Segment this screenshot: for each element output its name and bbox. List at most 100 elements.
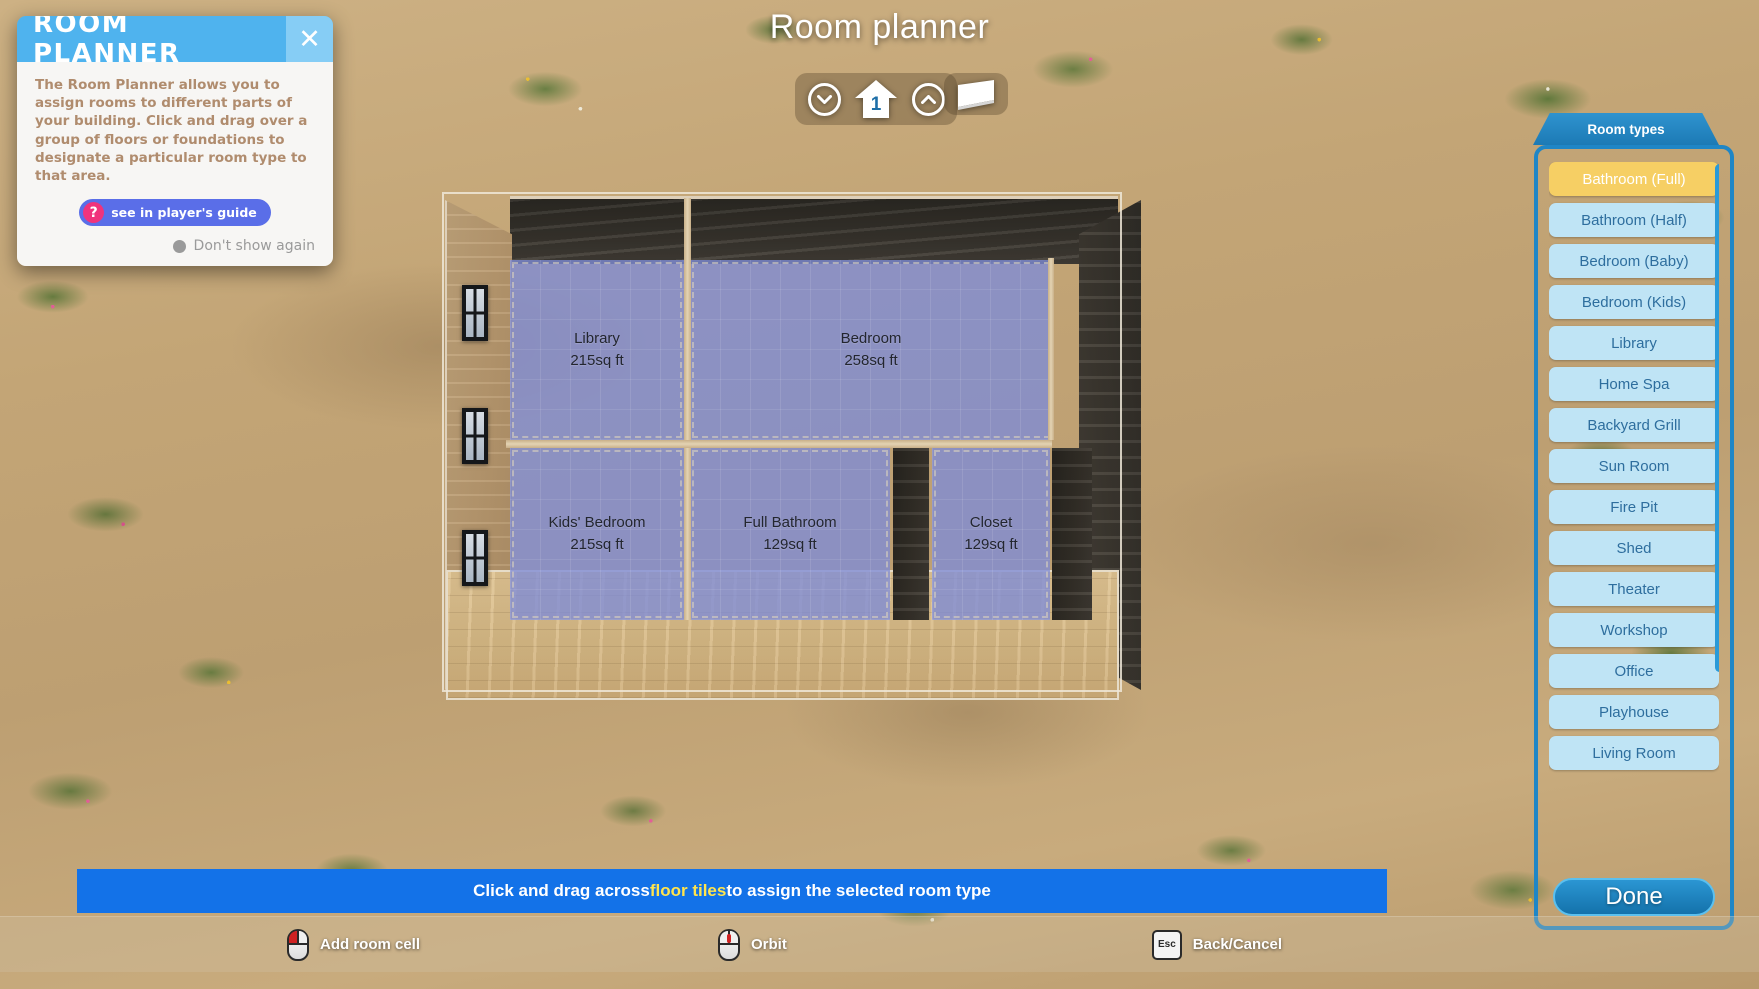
control-hints-bar: Add room cell Orbit Esc Back/Cancel: [0, 916, 1759, 972]
current-floor-indicator[interactable]: 1: [853, 77, 899, 121]
room-type-item[interactable]: Home Spa: [1549, 367, 1719, 401]
help-popup-title: ROOM PLANNER: [33, 16, 181, 69]
hint-label: Orbit: [751, 936, 787, 953]
room-type-item[interactable]: Bedroom (Kids): [1549, 285, 1719, 319]
sidebar-tab-label: Room types: [1587, 121, 1665, 137]
room-name: Full Bathroom: [743, 514, 837, 532]
help-popup: ROOM PLANNER ✕ The Room Planner allows y…: [17, 16, 333, 267]
room-type-label: Sun Room: [1598, 457, 1670, 475]
help-popup-body: The Room Planner allows you to assign ro…: [17, 62, 333, 267]
room-types-list: Bathroom (Full) Bathroom (Half) Bedroom (B…: [1549, 162, 1719, 868]
room-type-item[interactable]: Bedroom (Baby): [1549, 244, 1719, 278]
chevron-down-circle-icon: [807, 82, 841, 116]
room-type-label: Shed: [1616, 539, 1652, 557]
floor-up-button[interactable]: [909, 80, 947, 118]
room-types-panel: Bathroom (Full) Bathroom (Half) Bedroom (B…: [1534, 145, 1734, 930]
window-icon: [462, 408, 488, 464]
done-button[interactable]: Done: [1553, 878, 1715, 916]
left-mouse-button-icon: [287, 928, 309, 961]
room-type-label: Playhouse: [1598, 703, 1670, 721]
floor-down-button[interactable]: [805, 80, 843, 118]
room-type-item[interactable]: Fire Pit: [1549, 490, 1719, 524]
interior-wall-right-strip: [1052, 448, 1092, 620]
room-type-label: Fire Pit: [1610, 498, 1658, 516]
room-type-label: Workshop: [1600, 621, 1668, 639]
room-name: Kids' Bedroom: [548, 514, 646, 532]
chevron-up-glyph: [920, 94, 936, 104]
room-cell[interactable]: Library 215sq ft: [510, 260, 684, 440]
hint-back-cancel: Esc Back/Cancel: [1152, 929, 1283, 960]
room-name: Library: [574, 330, 620, 348]
player-guide-button[interactable]: ? see in player's guide: [79, 199, 271, 227]
room-type-item[interactable]: Bathroom (Full): [1549, 162, 1719, 196]
help-popup-header: ROOM PLANNER ✕: [17, 16, 333, 69]
room-type-item[interactable]: Theater: [1549, 572, 1719, 606]
window-icon: [462, 285, 488, 341]
room-type-item[interactable]: Living Room: [1549, 736, 1719, 770]
floor-navigation-toolbar: 1: [795, 73, 957, 125]
instruction-suffix: to assign the selected room type: [726, 881, 991, 900]
middle-mouse-button-icon: [718, 928, 740, 961]
room-area: 129sq ft: [964, 536, 1018, 553]
room-type-label: Home Spa: [1598, 375, 1670, 393]
radio-dot-icon: [172, 239, 186, 253]
room-cell[interactable]: Bedroom 258sq ft: [690, 260, 1052, 440]
window-icon: [462, 530, 488, 586]
roof-slab-icon: [958, 80, 994, 110]
wall-divider: [1048, 258, 1054, 440]
room-area: 129sq ft: [763, 536, 817, 553]
room-type-item[interactable]: Workshop: [1549, 613, 1719, 647]
room-area: 215sq ft: [570, 352, 624, 369]
room-cell[interactable]: Closet 129sq ft: [932, 448, 1050, 620]
room-type-label: Bathroom (Full): [1582, 170, 1686, 188]
room-type-label: Library: [1611, 334, 1657, 352]
room-type-item[interactable]: Office: [1549, 654, 1719, 688]
floor-number: 1: [870, 94, 882, 115]
room-type-label: Bathroom (Half): [1581, 211, 1687, 229]
room-type-label: Bedroom (Baby): [1579, 252, 1689, 270]
room-cell[interactable]: Full Bathroom 129sq ft: [690, 448, 890, 620]
room-type-label: Backyard Grill: [1587, 416, 1681, 434]
room-type-item[interactable]: Library: [1549, 326, 1719, 360]
room-type-item[interactable]: Shed: [1549, 531, 1719, 565]
room-type-item[interactable]: Backyard Grill: [1549, 408, 1719, 442]
room-type-item[interactable]: Playhouse: [1549, 695, 1719, 729]
done-button-label: Done: [1605, 883, 1663, 910]
exterior-wall-back: [510, 196, 1118, 264]
help-popup-text: The Room Planner allows you to assign ro…: [35, 77, 308, 185]
room-type-item[interactable]: Bathroom (Half): [1549, 203, 1719, 237]
chevron-up-circle-icon: [911, 82, 945, 116]
question-mark-icon: ?: [83, 202, 105, 224]
instruction-highlight: floor tiles: [649, 881, 727, 900]
roof-toggle-button[interactable]: [944, 73, 1008, 115]
player-guide-label: see in player's guide: [111, 205, 257, 221]
room-area: 215sq ft: [570, 536, 624, 553]
wall-divider: [506, 440, 1052, 448]
room-cell[interactable]: Kids' Bedroom 215sq ft: [510, 448, 684, 620]
hint-label: Add room cell: [320, 936, 421, 953]
chevron-down-glyph: [816, 94, 832, 104]
hint-label: Back/Cancel: [1192, 936, 1283, 953]
room-type-label: Theater: [1608, 580, 1660, 598]
instruction-bar: Click and drag across floor tiles to ass…: [77, 869, 1387, 913]
dont-show-again-toggle[interactable]: Don't show again: [35, 238, 315, 254]
room-name: Closet: [969, 514, 1013, 532]
hint-add-room-cell: Add room cell: [287, 928, 421, 961]
room-type-item[interactable]: Sun Room: [1549, 449, 1719, 483]
close-icon[interactable]: ✕: [286, 16, 333, 62]
hint-orbit: Orbit: [718, 928, 787, 961]
wall-divider: [684, 198, 691, 620]
dont-show-again-label: Don't show again: [193, 238, 315, 255]
interior-wall-closet-left: [893, 448, 929, 620]
scrollbar-thumb[interactable]: [1715, 164, 1719, 673]
room-type-label: Office: [1614, 662, 1654, 680]
sidebar-tab-room-types[interactable]: Room types: [1533, 113, 1719, 145]
building-floorplan: Library 215sq ft Bedroom 258sq ft Kids' …: [440, 180, 1141, 700]
room-name: Bedroom: [840, 330, 902, 348]
room-area: 258sq ft: [844, 352, 898, 369]
scrollbar-track[interactable]: [1715, 162, 1719, 868]
instruction-prefix: Click and drag across: [473, 881, 650, 900]
room-type-label: Living Room: [1592, 744, 1676, 762]
room-type-label: Bedroom (Kids): [1581, 293, 1687, 311]
esc-key-icon: Esc: [1152, 929, 1182, 960]
